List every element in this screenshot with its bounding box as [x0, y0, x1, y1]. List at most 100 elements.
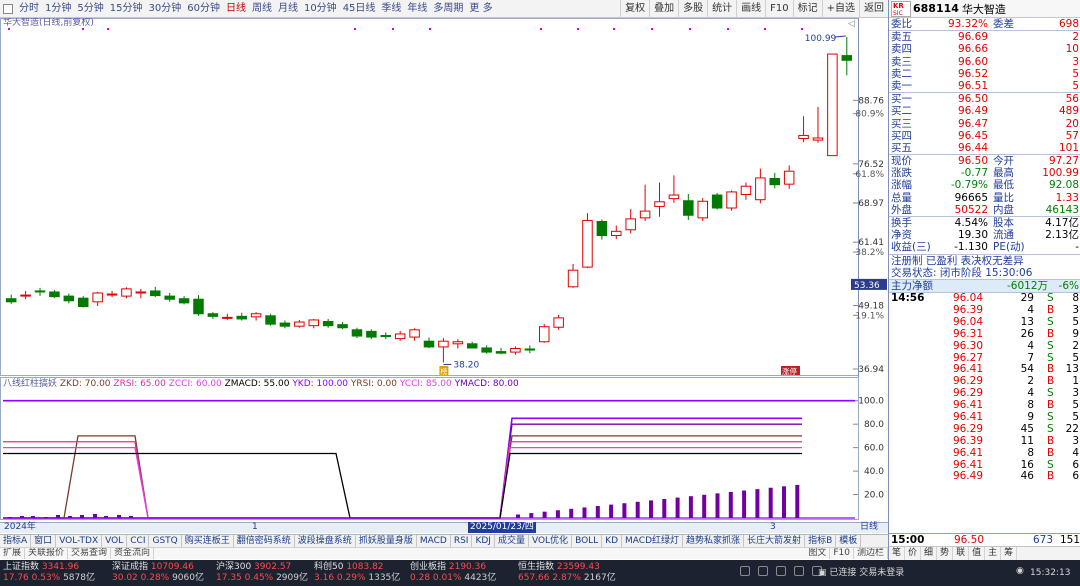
indicator-line	[3, 452, 802, 519]
period-tab[interactable]: 多周期	[430, 0, 466, 18]
period-tab[interactable]: 更 多	[466, 0, 495, 18]
period-tab[interactable]: 15分钟	[107, 0, 146, 18]
period-tab[interactable]: 10分钟	[301, 0, 340, 18]
extension-tab[interactable]: 交易查询	[68, 548, 112, 559]
extension-tab[interactable]: 资金流向	[111, 548, 155, 559]
indicator-tab[interactable]: 购买连板王	[182, 535, 234, 547]
indicator-bar	[755, 489, 760, 518]
quote-tab[interactable]: 联	[953, 547, 970, 560]
index-quote[interactable]: 创业板指 2190.36 0.28 0.01% 4423亿	[410, 562, 496, 584]
connection-status[interactable]: ▣ 已连接 交易未登录	[818, 567, 904, 579]
index-quote[interactable]: 恒生指数 23599.43 657.66 2.87% 2167亿	[518, 562, 616, 584]
right-extension-tab[interactable]: F10	[830, 548, 854, 559]
indicator-tab[interactable]: CCI	[127, 535, 150, 547]
toolbar-button[interactable]: 叠加	[649, 0, 678, 18]
extension-tab[interactable]: 扩展	[0, 548, 26, 559]
quote-tab[interactable]: 主	[985, 547, 1002, 560]
indicator-tab[interactable]: VOL优化	[529, 535, 573, 547]
toolbar-button[interactable]: 返回	[859, 0, 888, 18]
tray-icon[interactable]	[776, 566, 786, 576]
trade-ticks[interactable]: 14:56 96.04 29 S 8 96.39 4 B 3 96.04 13 S 5 96.31 26 B 9…	[889, 292, 1080, 483]
period-tab[interactable]: 5分钟	[74, 0, 106, 18]
indicator-tab[interactable]: VOL-TDX	[56, 535, 103, 547]
toolbar-button[interactable]: 画线	[736, 0, 765, 18]
stat-value: 46143	[1045, 203, 1079, 216]
tray-icon[interactable]	[758, 566, 768, 576]
quote-tab[interactable]: 筹	[1001, 547, 1018, 560]
ask-volume: 3	[1072, 55, 1079, 68]
signal-dot	[354, 28, 356, 30]
bid-label: 买三	[891, 117, 912, 130]
indicator-tab[interactable]: 长庄大箭发射	[744, 535, 806, 547]
index-quote[interactable]: 深证成指 10709.46 30.02 0.28% 9060亿	[112, 562, 204, 584]
stat-label: 涨幅	[891, 179, 912, 192]
toolbar-button[interactable]: +自选	[821, 0, 859, 18]
candlestick-chart[interactable]: 华大智造(日线,前复权) ◁ 88.76 80.9% 76.5261.8% 68.97 61…	[0, 16, 888, 520]
candle	[337, 322, 348, 330]
period-tab[interactable]: 日线	[223, 0, 249, 18]
toolbar-button[interactable]: 标记	[792, 0, 822, 18]
period-tab[interactable]: 分时	[16, 0, 42, 18]
indicator-tab[interactable]: KD	[602, 535, 623, 547]
indicator-tab[interactable]: 指标B	[805, 535, 837, 547]
quote-tab[interactable]: 势	[937, 547, 954, 560]
toolbar-button[interactable]: F10	[765, 0, 792, 18]
right-extension-tab[interactable]: 测边栏	[854, 548, 888, 559]
period-tab[interactable]: 1分钟	[42, 0, 74, 18]
indicator-tab[interactable]: 抓妖股量身版	[356, 535, 417, 547]
index-pct: 0.53%	[28, 573, 61, 583]
period-tab[interactable]: 60分钟	[184, 0, 223, 18]
quote-tab[interactable]: 值	[969, 547, 986, 560]
indicator-bar	[104, 516, 108, 518]
period-tab[interactable]: 30分钟	[145, 0, 184, 18]
ask-price: 96.69	[957, 31, 988, 44]
toolbar-button[interactable]: 统计	[707, 0, 736, 18]
period-tab[interactable]: 季线	[378, 0, 404, 18]
indicator-tab[interactable]: GSTQ	[149, 535, 182, 547]
collapse-icon[interactable]: ◁	[848, 19, 855, 29]
candle	[409, 328, 420, 341]
indicator-axis-label: 20.0	[864, 491, 884, 501]
index-line1: 深证成指 10709.46	[112, 562, 204, 573]
chart-area[interactable]: 华大智造(日线,前复权) ◁ 88.76 80.9% 76.52 61.8% 68.97 61…	[0, 16, 888, 520]
index-quote[interactable]: 科创50 1083.82 3.16 0.29% 1335亿	[314, 562, 400, 584]
tray-icon[interactable]	[794, 566, 804, 576]
main-flow[interactable]: 主力净额 -6012万 -6%	[889, 278, 1080, 293]
indicator-tab[interactable]: 波段操盘系统	[295, 535, 356, 547]
right-extension-tab[interactable]: 图文	[805, 548, 831, 559]
toolbar-toggle-icon[interactable]	[3, 3, 13, 14]
quote-tab[interactable]: 笔	[889, 547, 906, 560]
period-tab[interactable]: 45日线	[340, 0, 379, 18]
indicator-tab[interactable]: 翻倍密码系统	[234, 535, 295, 547]
indicator-tab[interactable]: KDJ	[472, 535, 495, 547]
indicator-tab[interactable]: 趋势私家抓涨	[683, 535, 745, 547]
candle	[265, 313, 276, 326]
period-tab[interactable]: 周线	[249, 0, 275, 18]
price-axis-label: 80.9%	[855, 110, 884, 120]
extension-tab[interactable]: 关联报价	[25, 548, 69, 559]
indicator-tab[interactable]: RSI	[451, 535, 473, 547]
quote-row: 买五 96.44 101	[889, 142, 1080, 154]
indicator-tab[interactable]: 窗口	[31, 535, 57, 547]
index-quote[interactable]: 沪深300 3902.57 17.35 0.45% 2909亿	[216, 562, 308, 584]
indicator-tab[interactable]: MACD红绿灯	[622, 535, 684, 547]
indicator-tab[interactable]: 成交量	[495, 535, 529, 547]
ask-book: 卖五 96.69 2 卖四 96.66 10 卖三 96.60 3 卖二 96.52 5 卖一 96.51…	[889, 30, 1080, 92]
indicator-axis-label: 60.0	[864, 444, 884, 454]
tray-icon[interactable]	[740, 566, 750, 576]
indicator-tab[interactable]: MACD	[417, 535, 451, 547]
indicator-tab[interactable]: VOL	[102, 535, 128, 547]
stat-label: 量比	[993, 191, 1014, 204]
last-trade-row: 15:00 96.50 673 151	[889, 534, 1080, 546]
quote-tab[interactable]: 细	[921, 547, 938, 560]
speaker-icon[interactable]: ◉	[1016, 566, 1024, 576]
period-tab[interactable]: 年线	[404, 0, 430, 18]
quote-tab[interactable]: 价	[905, 547, 922, 560]
index-quote[interactable]: 上证指数 3341.96 17.76 0.53% 5878亿	[3, 562, 95, 584]
toolbar-button[interactable]: 复权	[620, 0, 649, 18]
indicator-tab[interactable]: 指标A	[0, 535, 32, 547]
toolbar-button[interactable]: 多股	[678, 0, 707, 18]
indicator-tab[interactable]: BOLL	[572, 535, 603, 547]
indicator-tab[interactable]: 模板	[836, 535, 862, 547]
period-tab[interactable]: 月线	[275, 0, 301, 18]
